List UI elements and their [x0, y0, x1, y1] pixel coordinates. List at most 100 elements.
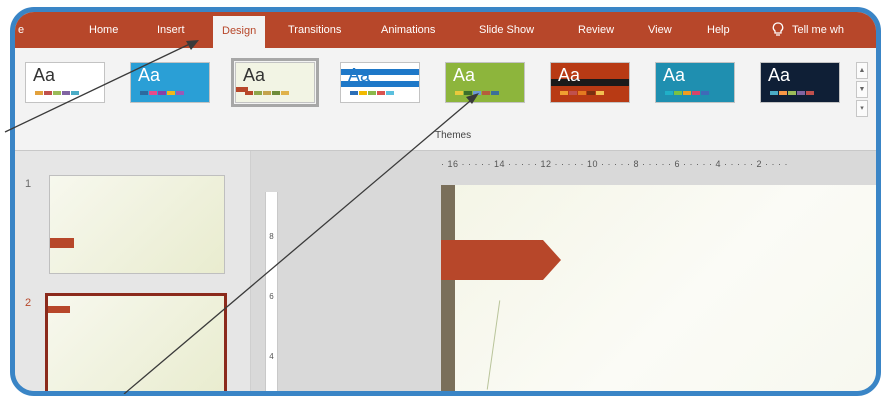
- horizontal-ruler: · 16 · · · · · 14 · · · · · 12 · · · · ·…: [441, 159, 788, 169]
- color-swatch: [167, 91, 175, 95]
- theme-color-swatches: [35, 91, 79, 95]
- tab-file[interactable]: e: [18, 12, 24, 48]
- tab-help[interactable]: Help: [707, 12, 730, 48]
- theme-option-3[interactable]: Aa: [231, 58, 319, 107]
- theme-sample-text: Aa: [138, 65, 161, 85]
- theme-sample-text: Aa: [453, 65, 476, 85]
- theme-color-swatches: [350, 91, 394, 95]
- color-swatch: [788, 91, 796, 95]
- color-swatch: [683, 91, 691, 95]
- ruler-tick-label: 6: [269, 292, 274, 301]
- gallery-scroll-up-button[interactable]: ▲: [856, 62, 868, 79]
- theme-sample-text: Aa: [768, 65, 791, 85]
- tab-review[interactable]: Review: [578, 12, 614, 48]
- thumb-arrow-shape: [50, 238, 74, 248]
- color-swatch: [377, 91, 385, 95]
- tell-me-search[interactable]: Tell me wh: [792, 12, 844, 48]
- theme-sample-text: Aa: [558, 65, 581, 85]
- color-swatch: [770, 91, 778, 95]
- ruler-tick-label: 4: [269, 352, 274, 361]
- color-swatch: [797, 91, 805, 95]
- color-swatch: [674, 91, 682, 95]
- gallery-scroll: ▲ ▼ ▾: [856, 62, 868, 117]
- color-swatch: [701, 91, 709, 95]
- color-swatch: [560, 91, 568, 95]
- arrow-banner-shape[interactable]: [441, 240, 561, 280]
- ribbon-tab-bar: e Home Insert Design Transitions Animati…: [15, 12, 876, 48]
- theme-sample-text: Aa: [243, 65, 266, 85]
- color-swatch: [158, 91, 166, 95]
- theme-color-swatches: [560, 91, 604, 95]
- color-swatch: [473, 91, 481, 95]
- tab-view[interactable]: View: [648, 12, 672, 48]
- color-swatch: [386, 91, 394, 95]
- theme-option-5[interactable]: Aa: [445, 62, 525, 103]
- color-swatch: [245, 91, 253, 95]
- decorative-stem: [486, 300, 501, 390]
- thumb-arrow-shape: [48, 306, 70, 313]
- color-swatch: [149, 91, 157, 95]
- color-swatch: [53, 91, 61, 95]
- theme-color-swatches: [770, 91, 814, 95]
- color-swatch: [569, 91, 577, 95]
- color-swatch: [62, 91, 70, 95]
- theme-color-swatches: [455, 91, 499, 95]
- vertical-ruler: 8 6 4: [265, 192, 278, 391]
- tab-design[interactable]: Design: [213, 16, 266, 48]
- color-swatch: [35, 91, 43, 95]
- theme-color-swatches: [665, 91, 709, 95]
- color-swatch: [176, 91, 184, 95]
- slide-number: 1: [25, 178, 32, 190]
- color-swatch: [350, 91, 358, 95]
- color-swatch: [359, 91, 367, 95]
- color-swatch: [455, 91, 463, 95]
- theme-option-1[interactable]: Aa: [25, 62, 105, 103]
- color-swatch: [272, 91, 280, 95]
- color-swatch: [368, 91, 376, 95]
- color-swatch: [578, 91, 586, 95]
- color-swatch: [665, 91, 673, 95]
- theme-option-4[interactable]: Aa: [340, 62, 420, 103]
- design-ribbon: Aa Aa Aa Aa Aa Aa Aa Aa ▲ ▼ ▾ Themes: [15, 48, 876, 151]
- theme-sample-text: Aa: [663, 65, 686, 85]
- color-swatch: [254, 91, 262, 95]
- screenshot-frame: e Home Insert Design Transitions Animati…: [10, 7, 881, 396]
- tab-home[interactable]: Home: [89, 12, 118, 48]
- color-swatch: [587, 91, 595, 95]
- theme-sample-text: Aa: [33, 65, 56, 85]
- theme-option-7[interactable]: Aa: [655, 62, 735, 103]
- tab-insert[interactable]: Insert: [157, 12, 185, 48]
- color-swatch: [596, 91, 604, 95]
- gallery-scroll-down-button[interactable]: ▼: [856, 81, 868, 98]
- color-swatch: [464, 91, 472, 95]
- theme-color-swatches: [140, 91, 184, 95]
- color-swatch: [281, 91, 289, 95]
- color-swatch: [692, 91, 700, 95]
- color-swatch: [806, 91, 814, 95]
- tab-slide-show[interactable]: Slide Show: [479, 12, 534, 48]
- color-swatch: [44, 91, 52, 95]
- slide-editing-canvas[interactable]: [441, 185, 876, 391]
- color-swatch: [263, 91, 271, 95]
- tab-transitions[interactable]: Transitions: [288, 12, 341, 48]
- color-swatch: [140, 91, 148, 95]
- ruler-tick-label: 8: [269, 232, 274, 241]
- theme-color-swatches: [245, 91, 289, 95]
- color-swatch: [779, 91, 787, 95]
- slide-thumbnail-pane: 1 2: [15, 151, 251, 391]
- themes-group-label: Themes: [435, 130, 472, 141]
- color-swatch: [71, 91, 79, 95]
- slide-thumbnail-2[interactable]: [45, 293, 227, 391]
- theme-sample-text: Aa: [348, 65, 371, 85]
- theme-option-6[interactable]: Aa: [550, 62, 630, 103]
- slide-number-current: 2: [25, 297, 32, 309]
- color-swatch: [482, 91, 490, 95]
- color-swatch: [491, 91, 499, 95]
- tab-animations[interactable]: Animations: [381, 12, 435, 48]
- theme-option-8[interactable]: Aa: [760, 62, 840, 103]
- slide-thumbnail-1[interactable]: [49, 175, 225, 274]
- slide-side-bar: [441, 185, 455, 391]
- gallery-more-button[interactable]: ▾: [856, 100, 868, 117]
- theme-option-2[interactable]: Aa: [130, 62, 210, 103]
- lightbulb-icon: [772, 22, 784, 36]
